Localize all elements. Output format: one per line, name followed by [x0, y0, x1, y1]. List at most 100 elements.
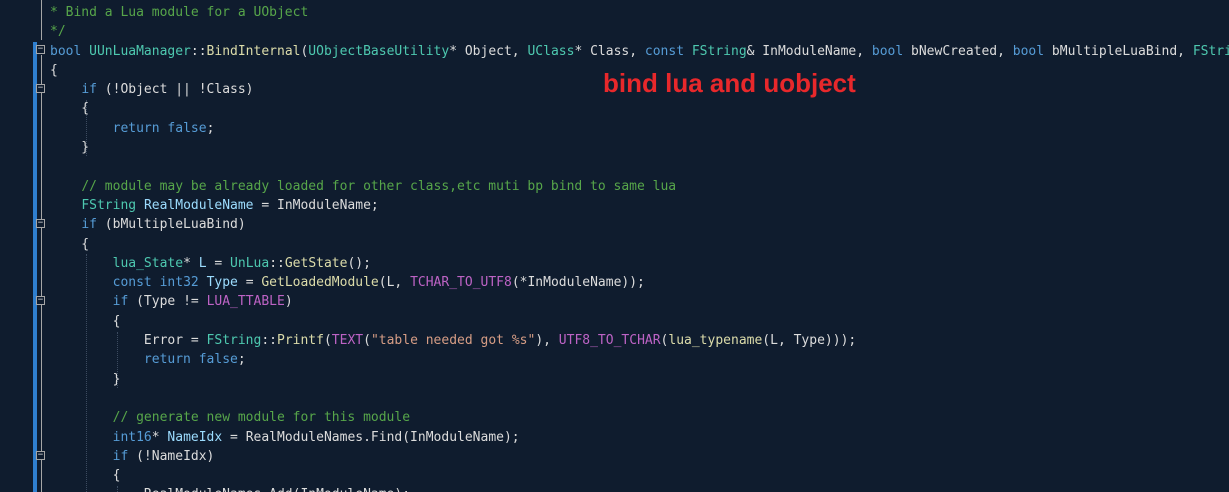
code-token: (); [347, 255, 371, 271]
code-token: ( [323, 333, 332, 349]
code-token: Printf [277, 333, 324, 349]
code-line[interactable]: bool UUnLuaManager::BindInternal(UObject… [50, 42, 1229, 61]
code-token: bool [50, 43, 82, 59]
code-token: { [50, 236, 90, 252]
code-token: { [50, 101, 90, 117]
code-line[interactable]: } [50, 370, 1229, 389]
code-line[interactable]: Error = FString::Printf(TEXT("table need… [50, 331, 1229, 350]
fold-toggle-icon[interactable] [36, 451, 45, 460]
code-token: RealModuleNames.Add(InModuleName); [50, 487, 410, 492]
code-line[interactable]: const int32 Type = GetLoadedModule(L, TC… [50, 273, 1229, 292]
code-line[interactable]: RealModuleNames.Add(InModuleName); [50, 485, 1229, 492]
code-line[interactable]: { [50, 99, 1229, 118]
code-token: FStri [1192, 43, 1229, 59]
code-token: = InModuleName; [253, 197, 379, 213]
code-token: (!Object || !Class) [96, 82, 254, 98]
code-line[interactable]: // generate new module for this module [50, 408, 1229, 427]
code-line[interactable]: if (Type != LUA_TTABLE) [50, 292, 1229, 311]
code-line[interactable]: // module may be already loaded for othe… [50, 177, 1229, 196]
fold-toggle-icon[interactable] [36, 219, 45, 228]
code-token: * [151, 429, 168, 445]
code-token: NameIdx [167, 429, 223, 445]
code-token: if [112, 294, 129, 310]
code-line[interactable]: return false; [50, 350, 1229, 369]
fold-toggle-icon[interactable] [36, 45, 45, 54]
code-token: UUnLuaManager [89, 43, 191, 59]
annotation-label: bind lua and uobject [603, 68, 856, 98]
code-token: } [50, 140, 90, 156]
code-line[interactable]: { [50, 235, 1229, 254]
code-token: & InModuleName, [746, 43, 872, 59]
code-editor[interactable]: * Bind a Lua module for a UObject */ bool … [0, 0, 1229, 492]
code-line[interactable]: { [50, 312, 1229, 331]
code-token: { [50, 468, 121, 484]
code-token: "table needed got %s" [370, 333, 536, 349]
code-line[interactable]: * Bind a Lua module for a UObject [50, 3, 1229, 22]
code-token: TCHAR_TO_UTF8 [410, 275, 512, 291]
code-token: = RealModuleNames.Find(InModuleName); [222, 429, 520, 445]
fold-toggle-icon[interactable] [36, 296, 45, 305]
code-token: * Object, [449, 43, 528, 59]
code-token: int32 [159, 275, 199, 291]
code-token: return [112, 120, 160, 136]
code-token: * Class, [574, 43, 645, 59]
code-token: bNewCreated, [903, 43, 1013, 59]
code-token: FString [691, 43, 747, 59]
code-token: ) [284, 294, 293, 310]
code-line[interactable]: } [50, 138, 1229, 157]
editor-gutter [0, 0, 50, 492]
code-token: = [237, 275, 262, 291]
code-token: false [167, 120, 207, 136]
code-line[interactable]: { [50, 466, 1229, 485]
change-indicator-bar [33, 42, 37, 492]
outline-line [41, 55, 42, 492]
code-token: UObjectBaseUtility [308, 43, 450, 59]
code-line[interactable] [50, 389, 1229, 408]
code-line[interactable]: if (!NameIdx) [50, 447, 1229, 466]
code-line[interactable]: if (bMultipleLuaBind) [50, 215, 1229, 234]
code-token: // generate new module for this module [112, 410, 411, 426]
code-token: FString [81, 197, 137, 213]
code-token: if [81, 82, 97, 98]
fold-toggle-icon[interactable] [36, 84, 45, 93]
code-token: return [143, 352, 191, 368]
code-token: const [112, 275, 152, 291]
code-token: UClass [527, 43, 575, 59]
code-token: GetState [284, 255, 348, 271]
code-line[interactable]: return false; [50, 119, 1229, 138]
code-token: UnLua [230, 255, 270, 271]
code-token: * [183, 255, 199, 271]
code-token: if [112, 448, 129, 464]
code-line[interactable]: int16* NameIdx = RealModuleNames.Find(In… [50, 428, 1229, 447]
code-token: ; [237, 352, 246, 368]
code-token: ), [535, 333, 559, 349]
code-token: bool [1012, 43, 1045, 59]
code-token: (*InModuleName)); [511, 275, 645, 291]
code-token: :: [190, 43, 207, 59]
code-token: GetLoadedModule [261, 275, 379, 291]
code-token: Error = [50, 333, 207, 349]
code-token: :: [269, 255, 285, 271]
code-token: RealModuleName [143, 197, 254, 213]
outline-line [41, 0, 42, 40]
code-token: ; [206, 120, 215, 136]
code-line[interactable] [50, 157, 1229, 176]
code-token: int16 [112, 429, 152, 445]
code-line[interactable]: lua_State* L = UnLua::GetState(); [50, 254, 1229, 273]
code-line[interactable]: */ [50, 22, 1229, 41]
code-token: LUA_TTABLE [206, 294, 285, 310]
code-token: TEXT [331, 333, 364, 349]
code-token: { [50, 313, 121, 329]
code-token: lua_typename [668, 333, 763, 349]
code-line[interactable]: FString RealModuleName = InModuleName; [50, 196, 1229, 215]
